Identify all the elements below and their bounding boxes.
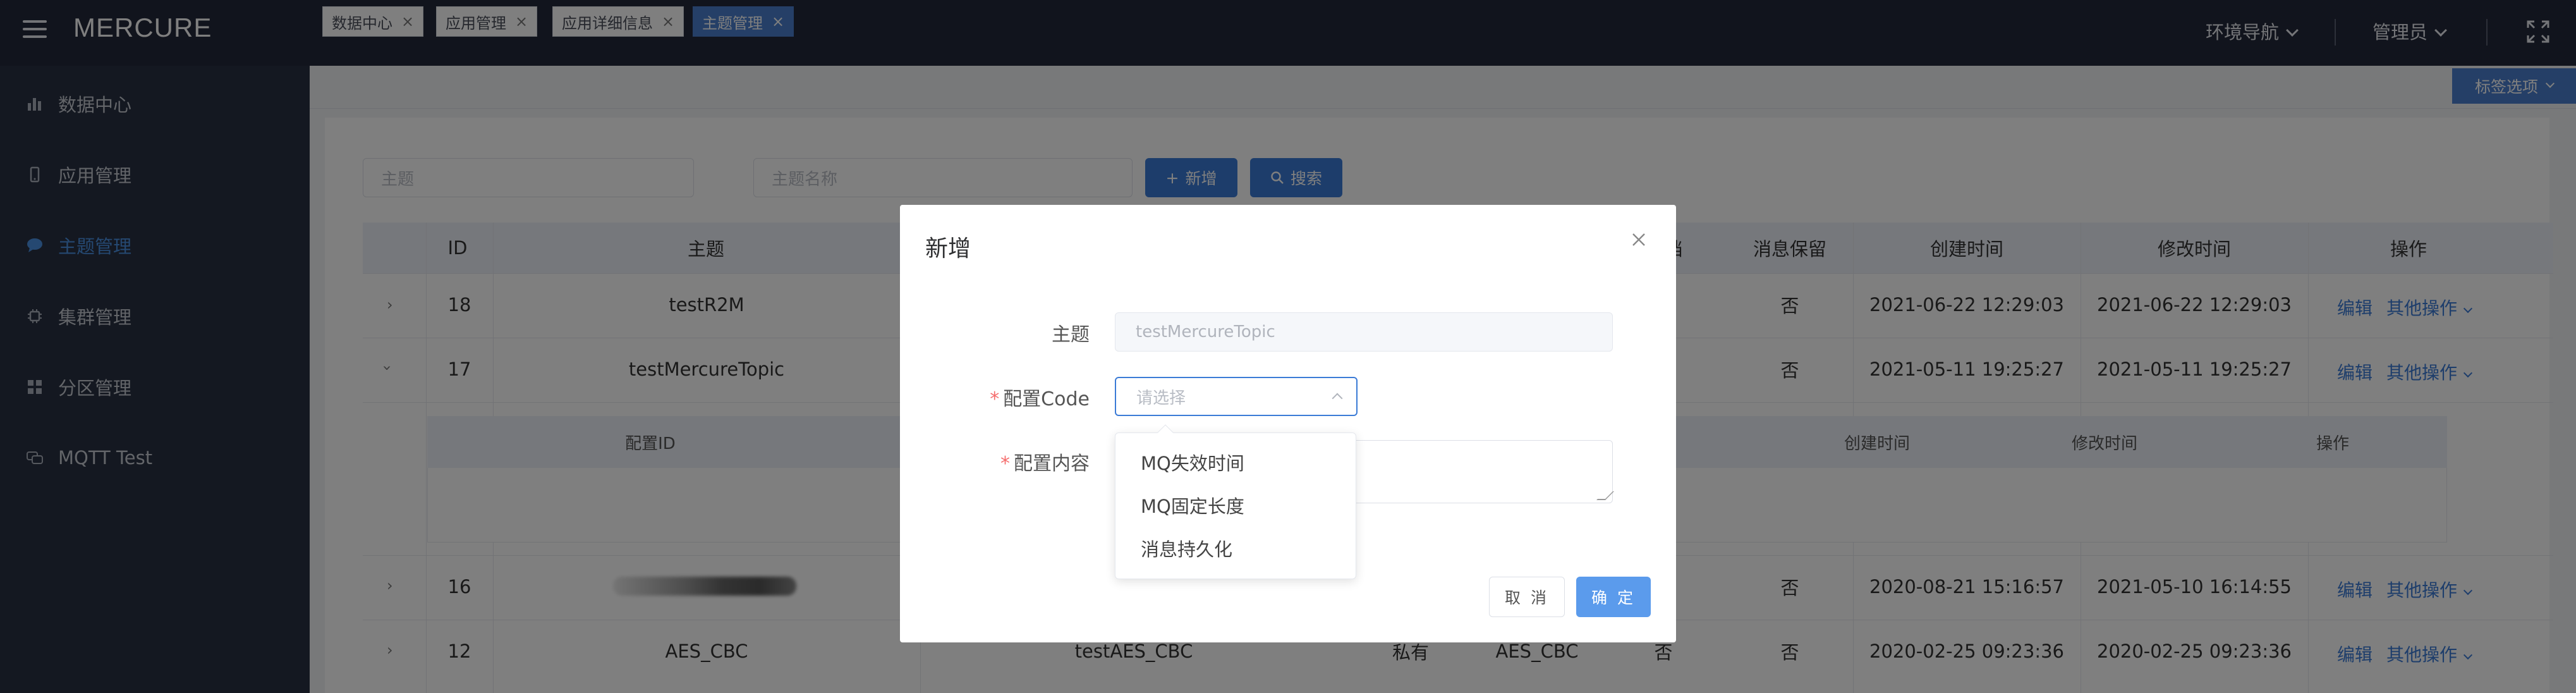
dropdown-option[interactable]: 消息持久化 <box>1115 527 1356 570</box>
confirm-button[interactable]: 确 定 <box>1576 577 1651 617</box>
required-asterisk: * <box>1000 453 1010 475</box>
required-asterisk: * <box>990 388 1000 410</box>
dropdown-option[interactable]: MQ固定长度 <box>1115 484 1356 527</box>
close-icon[interactable] <box>1629 230 1648 249</box>
config-code-select[interactable]: 请选择 <box>1115 377 1358 416</box>
topic-value: testMercureTopic <box>1136 322 1275 341</box>
chevron-up-icon <box>1332 393 1343 404</box>
cancel-button[interactable]: 取 消 <box>1489 577 1565 617</box>
dropdown-option[interactable]: MQ失效时间 <box>1115 441 1356 484</box>
label-text: 配置Code <box>1003 388 1090 410</box>
config-content-label: * 配置内容 <box>900 448 1090 475</box>
topic-field-label: 主题 <box>900 319 1090 346</box>
config-code-label: * 配置Code <box>900 383 1090 411</box>
config-code-dropdown: MQ失效时间 MQ固定长度 消息持久化 <box>1115 424 1356 579</box>
resize-grip-icon[interactable] <box>1596 491 1614 500</box>
label-text: 配置内容 <box>1014 453 1090 475</box>
placeholder: 请选择 <box>1136 388 1186 408</box>
topic-field: testMercureTopic <box>1115 312 1613 352</box>
label-text: 主题 <box>1052 324 1090 346</box>
dialog-title: 新增 <box>925 236 971 262</box>
